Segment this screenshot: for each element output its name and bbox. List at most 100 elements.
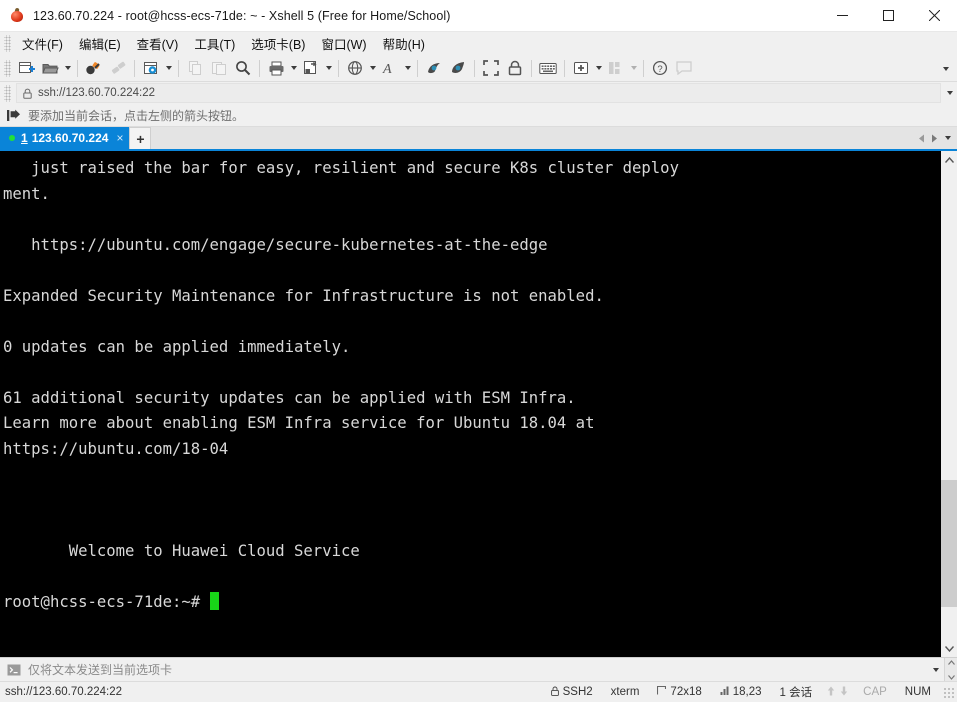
new-session-icon[interactable]: [14, 57, 38, 80]
toolbar-separator: [134, 59, 135, 77]
toolbar-separator: [474, 59, 475, 77]
tab-bar-spacer: [151, 127, 915, 149]
help-icon[interactable]: ?: [648, 57, 672, 80]
toolbar-separator: [643, 59, 644, 77]
close-button[interactable]: [911, 0, 957, 32]
address-bar: ssh://123.60.70.224:22: [0, 82, 957, 104]
status-protocol: SSH2: [542, 686, 602, 699]
terminal-area: just raised the bar for easy, resilient …: [0, 149, 957, 657]
screen-size-icon: [657, 685, 667, 698]
status-num-lock: NUM: [904, 686, 931, 698]
send-bar-scrollbar[interactable]: [944, 657, 957, 682]
lock-icon[interactable]: [503, 57, 527, 80]
lock-icon: [23, 88, 32, 99]
toolbar-grip-icon[interactable]: [4, 59, 11, 77]
open-folder-icon[interactable]: [38, 57, 62, 80]
scrollbar-track[interactable]: [941, 168, 957, 640]
menu-help[interactable]: 帮助(H): [375, 32, 433, 55]
toolbar-overflow-icon[interactable]: [939, 55, 953, 82]
terminal-prompt: root@hcss-ecs-71de:~#: [3, 592, 210, 611]
font-icon[interactable]: A: [378, 57, 402, 80]
send-history-dropdown-icon[interactable]: [928, 658, 944, 682]
toolbar-separator: [338, 59, 339, 77]
title-bar: 123.60.70.224 - root@hcss-ecs-71de: ~ - …: [0, 0, 957, 32]
tab-nav: [915, 127, 957, 149]
status-cursor: 18,23: [711, 686, 771, 698]
menu-tools[interactable]: 工具(T): [186, 32, 243, 55]
connect-icon[interactable]: [82, 57, 106, 80]
send-text-bar: 仅将文本发送到当前选项卡: [0, 657, 957, 682]
tab-list-dropdown-icon[interactable]: [941, 127, 954, 149]
start-log-icon[interactable]: [422, 57, 446, 80]
maximize-button[interactable]: [865, 0, 911, 32]
new-tab-button[interactable]: +: [129, 127, 152, 149]
terminal-scrollbar[interactable]: [940, 151, 957, 657]
font-dropdown[interactable]: [402, 57, 413, 80]
toolbar-separator: [259, 59, 260, 77]
feedback-icon: [672, 57, 696, 80]
find-icon[interactable]: [231, 57, 255, 80]
terminal-cursor: [209, 591, 220, 610]
file-transfer-icon[interactable]: [299, 57, 323, 80]
session-properties-icon[interactable]: [139, 57, 163, 80]
print-icon[interactable]: [264, 57, 288, 80]
arrange-panes-icon: [604, 57, 628, 80]
xshell-logo-icon: [9, 7, 25, 24]
menu-file[interactable]: 文件(F): [14, 32, 71, 55]
scroll-up-button[interactable]: [941, 151, 957, 168]
arrange-panes-dropdown: [628, 57, 639, 80]
scrollbar-thumb[interactable]: [941, 479, 957, 607]
keyboard-icon[interactable]: [536, 57, 560, 80]
scroll-down-button[interactable]: [941, 640, 957, 657]
terminal-output[interactable]: just raised the bar for easy, resilient …: [0, 151, 940, 657]
tab-bar: 1 123.60.70.224 × +: [0, 127, 957, 149]
status-bar: ssh://123.60.70.224:22 SSH2 xterm 72x18: [0, 681, 957, 702]
menu-grip-icon[interactable]: [4, 35, 11, 52]
status-protocol-label: SSH2: [562, 686, 593, 698]
address-dropdown-icon[interactable]: [943, 82, 957, 104]
tab-123-60-70-224[interactable]: 1 123.60.70.224 ×: [0, 127, 130, 149]
menu-bar: 文件(F) 编辑(E) 查看(V) 工具(T) 选项卡(B) 窗口(W) 帮助(…: [0, 32, 957, 55]
globe-dropdown[interactable]: [367, 57, 378, 80]
tab-close-icon[interactable]: ×: [116, 132, 123, 144]
globe-icon[interactable]: [343, 57, 367, 80]
stop-log-icon[interactable]: [446, 57, 470, 80]
send-bar-right: [928, 657, 957, 682]
menu-edit[interactable]: 编辑(E): [71, 32, 129, 55]
status-size-label: 72x18: [670, 686, 702, 698]
open-folder-dropdown[interactable]: [62, 57, 73, 80]
resize-grip-icon[interactable]: [943, 686, 954, 698]
address-grip-icon[interactable]: [4, 84, 11, 102]
minimize-button[interactable]: [819, 0, 865, 32]
menu-window[interactable]: 窗口(W): [313, 32, 374, 55]
print-dropdown[interactable]: [288, 57, 299, 80]
window-title: 123.60.70.224 - root@hcss-ecs-71de: ~ - …: [33, 8, 451, 23]
send-text-input[interactable]: 仅将文本发送到当前选项卡: [28, 661, 172, 678]
paste-icon: [207, 57, 231, 80]
copy-icon: [183, 57, 207, 80]
status-size: 72x18: [648, 685, 710, 698]
status-sessions: 1 会话: [779, 687, 813, 699]
menu-view[interactable]: 查看(V): [129, 32, 187, 55]
disconnect-icon: [106, 57, 130, 80]
svg-text:?: ?: [657, 64, 662, 75]
cursor-position-icon: [720, 686, 729, 698]
xshell-window: 123.60.70.224 - root@hcss-ecs-71de: ~ - …: [0, 0, 957, 702]
file-transfer-dropdown[interactable]: [323, 57, 334, 80]
menu-tab[interactable]: 选项卡(B): [243, 32, 313, 55]
add-session-icon[interactable]: [6, 109, 21, 122]
address-input[interactable]: ssh://123.60.70.224:22: [16, 83, 941, 103]
fullscreen-icon[interactable]: [479, 57, 503, 80]
chevron-right-icon[interactable]: [928, 127, 941, 149]
terminal-prompt-icon: [7, 664, 21, 676]
tab-label: 123.60.70.224: [31, 131, 109, 145]
add-pane-dropdown[interactable]: [593, 57, 604, 80]
add-session-hint-bar: 要添加当前会话，点击左侧的箭头按钮。: [0, 104, 957, 127]
lock-icon: [550, 686, 559, 699]
terminal-text: just raised the bar for easy, resilient …: [3, 159, 679, 560]
session-properties-dropdown[interactable]: [163, 57, 174, 80]
toolbar-separator: [564, 59, 565, 77]
arrow-up-icon: [827, 686, 835, 699]
add-pane-icon[interactable]: [569, 57, 593, 80]
chevron-left-icon[interactable]: [915, 127, 928, 149]
